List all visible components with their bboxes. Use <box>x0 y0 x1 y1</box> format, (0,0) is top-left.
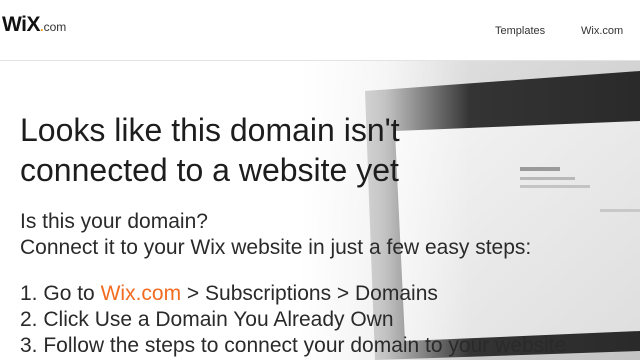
step-2: 2. Click Use a Domain You Already Own <box>20 307 630 333</box>
step-number: 2. <box>20 308 38 331</box>
logo-com-text: com <box>43 20 67 34</box>
header: WiX.com Templates Wix.com <box>0 0 640 61</box>
main-content: Looks like this domain isn't connected t… <box>20 110 630 359</box>
connect-instruction: Connect it to your Wix website in just a… <box>20 236 532 259</box>
title-line-1: Looks like this domain isn't <box>20 112 400 148</box>
step-1-suffix: > Subscriptions > Domains <box>186 282 438 305</box>
page: WiX.com Templates Wix.com Looks like thi… <box>0 0 640 360</box>
wixcom-link[interactable]: Wix.com <box>101 282 182 305</box>
page-title: Looks like this domain isn't connected t… <box>20 110 630 190</box>
subtitle-block: Is this your domain? Connect it to your … <box>20 209 630 261</box>
nav-wixcom-link[interactable]: Wix.com <box>581 25 623 37</box>
step-3-text: Follow the steps to connect your domain … <box>43 334 567 357</box>
step-2-text: Click Use a Domain You Already Own <box>43 308 394 331</box>
nav-templates-link[interactable]: Templates <box>495 25 545 37</box>
steps-list: 1. Go to Wix.com > Subscriptions > Domai… <box>20 281 630 359</box>
logo-wix-text: WiX <box>2 13 40 36</box>
title-line-2: connected to a website yet <box>20 152 399 188</box>
step-3: 3. Follow the steps to connect your doma… <box>20 333 630 359</box>
step-1-prefix: Go to <box>43 282 95 305</box>
domain-question: Is this your domain? <box>20 210 208 233</box>
step-number: 1. <box>20 282 38 305</box>
step-number: 3. <box>20 334 38 357</box>
wix-logo[interactable]: WiX.com <box>2 14 66 35</box>
step-1: 1. Go to Wix.com > Subscriptions > Domai… <box>20 281 630 307</box>
